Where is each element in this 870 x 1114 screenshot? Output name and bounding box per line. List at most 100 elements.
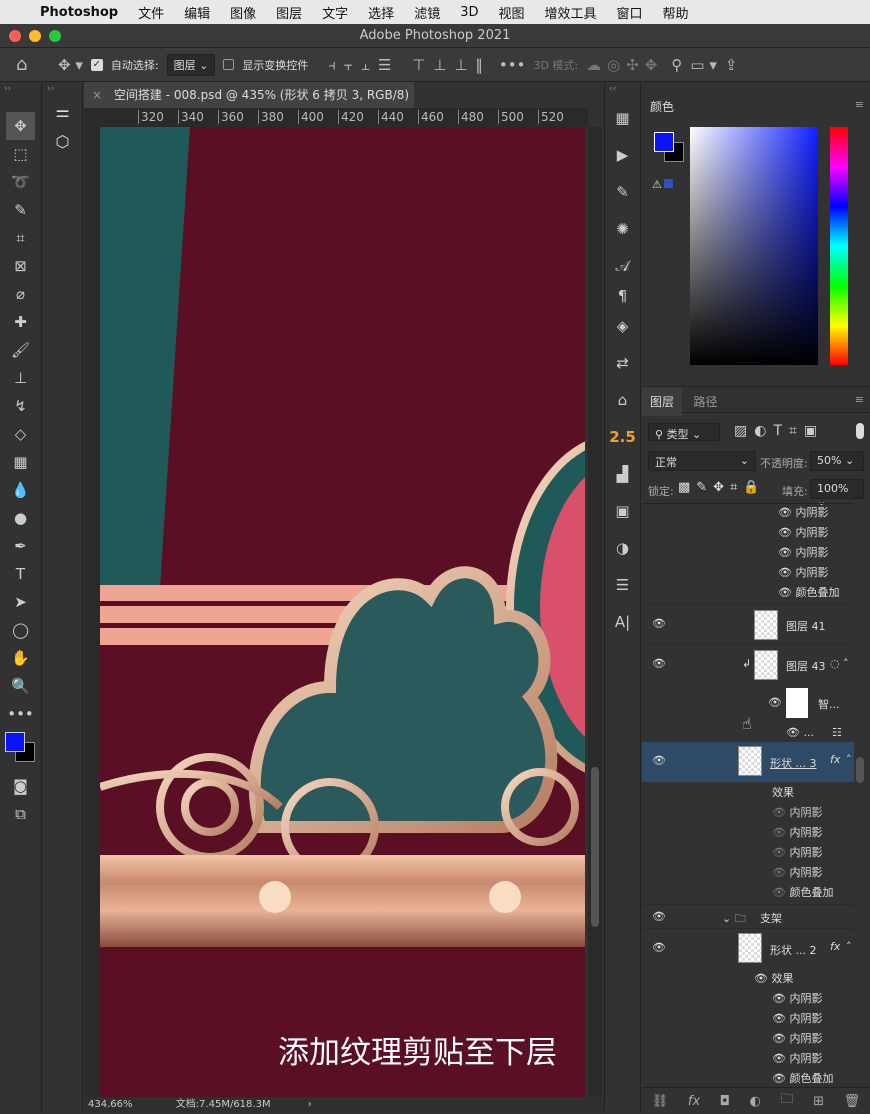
effect-row[interactable]: 👁 内阴影 [642,1010,854,1030]
effect-row[interactable]: 👁 内阴影 [642,990,854,1010]
menu-select[interactable]: 选择 [368,3,394,22]
effect-row[interactable]: 👁 内阴影 [642,1030,854,1050]
value-badge[interactable]: 2.5 [605,419,640,456]
path-select-icon[interactable]: ➤ [0,588,41,616]
grid-icon[interactable]: ▦ [605,100,640,137]
paragraph-icon[interactable]: ¶ [605,278,640,308]
menu-image[interactable]: 图像 [230,3,256,22]
fx-icon[interactable]: fx [830,753,840,766]
layer-name[interactable]: 形状 ... 3 [770,755,816,771]
layers-comp-icon[interactable]: ◈ [605,308,640,345]
visibility-eye-icon[interactable]: 👁 [652,910,666,923]
layer-row-shape-3[interactable]: 👁 形状 ... 3 fx ˄ [642,742,854,782]
screen-mode-icon[interactable]: ⧉ [0,800,41,828]
group-name[interactable]: 支架 [760,910,782,926]
opacity-input[interactable]: 50% ⌄ [810,451,864,471]
tab-color[interactable]: 颜色 [642,92,682,121]
gradient-tool-icon[interactable]: ▦ [0,448,41,476]
glyphs-icon[interactable]: A| [605,604,640,641]
auto-select-checkbox[interactable]: ✓ [90,58,103,71]
filter-options-icon[interactable]: ☷ [832,726,842,739]
quick-mask-icon[interactable]: ◙ [0,772,41,800]
foreground-color-swatch[interactable] [5,732,25,752]
effect-row[interactable]: 👁 颜色叠加 [642,584,854,604]
menu-3d[interactable]: 3D [460,5,478,20]
effect-row[interactable]: 👁 内阴影 [642,804,854,824]
stamp-tool-icon[interactable]: ⊥ [0,364,41,392]
tab-layers[interactable]: 图层 [642,387,683,416]
effect-row[interactable]: 👁 内阴影 [642,844,854,864]
zoom-button[interactable] [49,30,61,42]
close-tab-icon[interactable]: × [92,88,102,102]
marquee-tool-icon[interactable]: ⬚ [0,140,41,168]
vertical-scrollbar[interactable] [588,127,602,1097]
menu-type[interactable]: 文字 [322,3,348,22]
fx-icon[interactable]: fx [830,940,840,953]
properties-icon[interactable]: ⚌ [43,102,82,132]
more-tools-icon[interactable]: ••• [0,700,41,728]
layer-row-43[interactable]: 👁 ↲ 图层 43 ◌ ˄ [642,644,854,684]
effects-label-row[interactable]: 效果 [642,784,854,804]
foreground-swatch[interactable] [654,132,674,152]
app-menu[interactable]: Photoshop [40,5,118,20]
effects-label-row[interactable]: 👁 效果 [642,970,854,990]
group-row[interactable]: 👁 ⌄ 🗀 支架 [642,904,854,928]
effect-row[interactable]: 👁 内阴影 [642,504,854,524]
character-icon[interactable]: 𝒜 [605,248,640,278]
hand-tool-icon[interactable]: ✋ [0,644,41,672]
more-icon[interactable]: ••• [499,56,526,74]
menu-layer[interactable]: 图层 [276,3,302,22]
new-layer-icon[interactable]: ⊞ [813,1094,824,1109]
move-tool-icon[interactable]: ✥ ▾ [58,56,83,74]
ellipse-tool-icon[interactable]: ◯ [0,616,41,644]
brush-settings-icon[interactable]: ✎ [605,174,640,211]
menu-window[interactable]: 窗口 [617,3,643,22]
clone-source-icon[interactable]: ⇄ [605,345,640,382]
auto-select-dropdown[interactable]: 图层 ⌄ [166,53,216,76]
layer-name[interactable]: 形状 ... 2 [770,942,816,958]
layer-row-41[interactable]: 👁 图层 41 [642,604,854,644]
close-button[interactable] [9,30,21,42]
adjustments-icon[interactable]: ◑ [605,530,640,567]
3d-tools-icons[interactable]: ☁◎✣✥ [586,56,663,74]
frame-tool-icon[interactable]: ⊠ [0,252,41,280]
blur-tool-icon[interactable]: 💧 [0,476,41,504]
layer-row-shape-2[interactable]: 👁 形状 ... 2 fx ˄ [642,928,854,968]
brush-tool-icon[interactable]: 🖌 [0,336,41,364]
share-icon[interactable]: ⇪ [725,56,738,74]
zoom-level[interactable]: 434.66% [88,1099,133,1110]
search-icon[interactable]: ⚲ [671,56,682,74]
adjustment-icon[interactable]: ◐ [750,1094,761,1109]
filter-icons[interactable]: ▨◐T⌗▣ [734,423,824,439]
tab-paths[interactable]: 路径 [686,387,726,416]
filter-type-dropdown[interactable]: ⚲ 类型 ⌄ [648,423,720,441]
layer-name[interactable]: 图层 43 [786,658,826,674]
fx-menu-icon[interactable]: fx [688,1094,700,1109]
history-brush-icon[interactable]: ↯ [0,392,41,420]
crop-tool-icon[interactable]: ⌗ [0,224,41,252]
effect-row[interactable]: 👁 颜色叠加 [642,884,854,904]
link-icon[interactable]: ⛓ [652,1094,669,1109]
brush-preset-icon[interactable]: ✺ [605,211,640,248]
lock-icons[interactable]: ▩✎✥⌗🔒 [678,480,766,495]
visibility-eye-icon[interactable]: 👁 [652,657,666,670]
panel-menu-icon[interactable]: ≡ [855,393,864,406]
healing-tool-icon[interactable]: ✚ [0,308,41,336]
filter-toggle[interactable] [856,423,864,439]
pen-tool-icon[interactable]: ✒ [0,532,41,560]
eraser-tool-icon[interactable]: ◇ [0,420,41,448]
visibility-eye-icon[interactable]: 👁 [768,696,782,709]
mask-icon[interactable]: ◘ [720,1094,730,1109]
document-tab[interactable]: × 空间搭建 - 008.psd @ 435% (形状 6 拷贝 3, RGB/… [84,82,414,128]
menu-view[interactable]: 视图 [498,3,524,22]
color-swatches[interactable] [0,728,41,772]
effect-row[interactable]: 👁 内阴影 [642,824,854,844]
layer-name[interactable]: 图层 41 [786,618,826,634]
collapse-icon[interactable]: ˄ [846,940,852,953]
workspace-icon[interactable]: ▭ ▾ [690,56,716,74]
new-group-icon[interactable]: 🗀 [781,1090,794,1112]
menu-help[interactable]: 帮助 [663,3,689,22]
layers-scrollbar[interactable] [856,757,864,783]
trash-icon[interactable]: 🗑 [844,1094,861,1109]
type-tool-icon[interactable]: T [0,560,41,588]
